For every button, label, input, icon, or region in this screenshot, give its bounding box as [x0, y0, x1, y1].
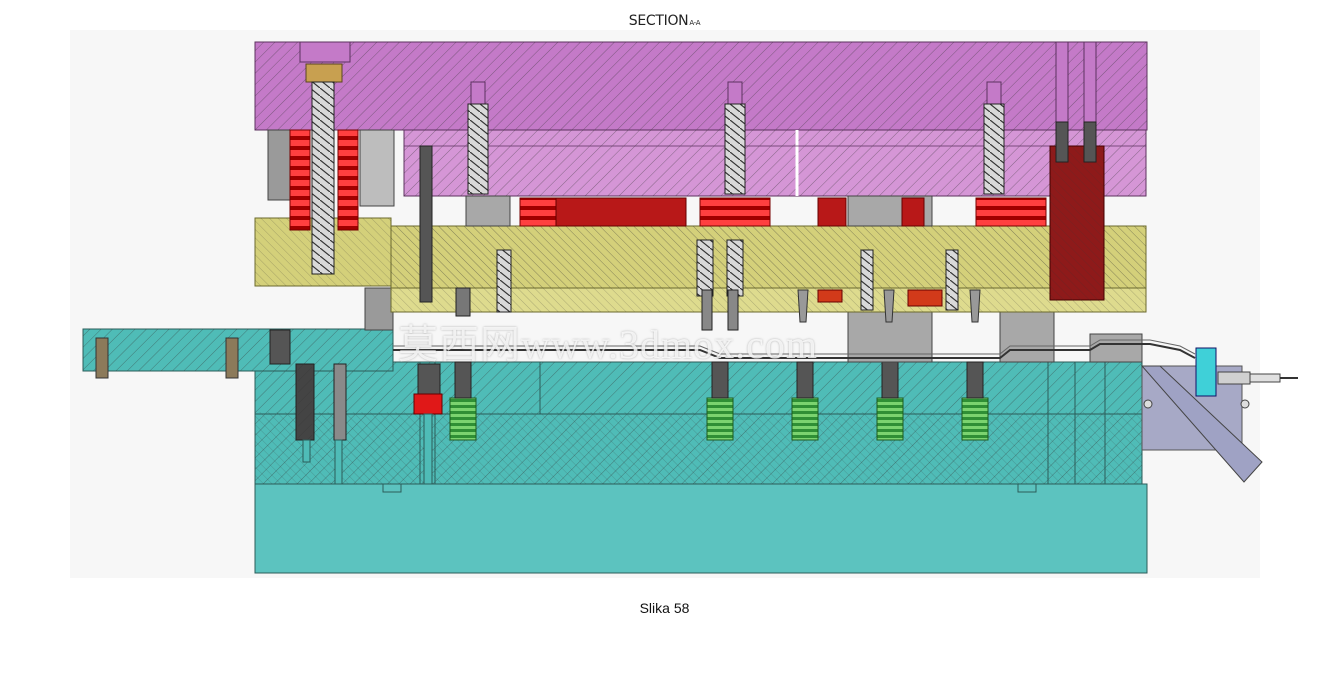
lower-die-shoe — [254, 483, 1148, 574]
watermark: 莫西网www.3dmox.com — [398, 322, 819, 367]
punch-holder-plate — [403, 129, 1147, 197]
dark-red-punch-block — [1049, 145, 1105, 301]
die-plate — [254, 361, 1143, 485]
figure-caption: Slika 58 — [639, 600, 690, 616]
upper-die-plate — [254, 41, 1148, 131]
